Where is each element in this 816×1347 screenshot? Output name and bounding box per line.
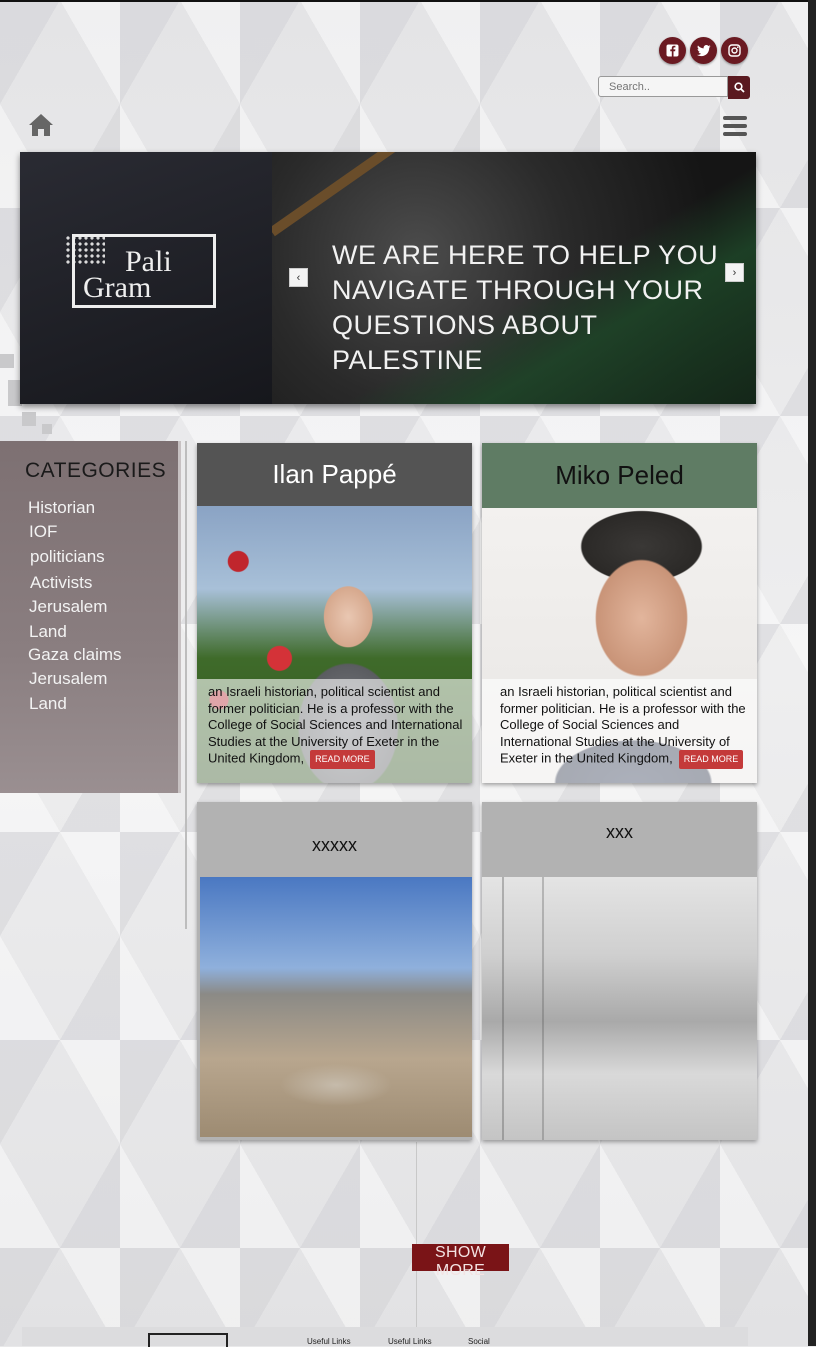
card-photo (482, 877, 757, 1140)
card-title: xxxxx (312, 835, 357, 855)
footer-link-heading[interactable]: Useful Links (388, 1337, 432, 1346)
hero-headline: WE ARE HERE TO HELP YOU NAVIGATE THROUGH… (332, 238, 742, 378)
category-item[interactable]: Activists (30, 573, 92, 593)
card-title: Ilan Pappé (272, 459, 397, 489)
hero-headline-line: WE ARE HERE TO HELP YOU (332, 240, 719, 270)
chevron-left-icon: ‹ (296, 271, 301, 284)
category-item[interactable]: Gaza claims (28, 645, 122, 665)
hamburger-menu-icon (723, 116, 747, 136)
social-links (659, 37, 748, 64)
footer: Useful Links Useful Links Social (22, 1327, 748, 1347)
chevron-right-icon: › (732, 266, 737, 279)
category-item[interactable]: Land (29, 622, 67, 642)
category-item[interactable]: politicians (30, 547, 105, 567)
topic-card[interactable]: xxxxx (197, 802, 472, 1140)
category-item[interactable]: Jerusalem (29, 669, 107, 689)
show-more-button[interactable]: SHOW MORE (412, 1244, 509, 1279)
hero-headline-line: QUESTIONS ABOUT PALESTINE (332, 310, 598, 375)
paligram-logo: Pali Gram (65, 234, 216, 308)
category-item[interactable]: Land (29, 694, 67, 714)
twitter-icon[interactable] (690, 37, 717, 64)
search-button[interactable] (728, 76, 750, 99)
category-item[interactable]: Jerusalem (29, 597, 107, 617)
slider-prev-button[interactable]: ‹ (289, 268, 308, 287)
search-input[interactable] (598, 76, 728, 97)
window-right-border (808, 0, 816, 1346)
person-card[interactable]: Ilan Pappé an Israeli historian, politic… (197, 443, 472, 783)
home-icon (29, 114, 53, 136)
decorative-square (0, 354, 14, 368)
card-photo (200, 877, 472, 1137)
footer-link-heading[interactable]: Social (468, 1337, 490, 1346)
menu-button[interactable] (723, 115, 747, 142)
topic-card[interactable]: xxx (482, 802, 757, 1140)
vertical-divider (185, 441, 187, 929)
footer-link-heading[interactable]: Useful Links (307, 1337, 351, 1346)
logo-text-gram: Gram (83, 271, 152, 304)
person-card[interactable]: Miko Peled an Israeli historian, politic… (482, 443, 757, 783)
hero-logo-panel: Pali Gram (20, 152, 272, 404)
instagram-icon[interactable] (721, 37, 748, 64)
read-more-button[interactable]: READ MORE (310, 750, 375, 769)
facebook-icon[interactable] (659, 37, 686, 64)
card-title: xxx (606, 821, 633, 842)
card-title: Miko Peled (555, 460, 684, 490)
categories-title: CATEGORIES (25, 459, 167, 482)
card-description: an Israeli historian, political scientis… (500, 684, 752, 769)
search-bar (598, 76, 750, 99)
read-more-button[interactable]: READ MORE (678, 750, 744, 769)
search-icon (733, 82, 745, 93)
footer-logo (148, 1333, 228, 1347)
category-item[interactable]: Historian (28, 498, 95, 518)
home-button[interactable] (28, 113, 54, 142)
categories-panel: CATEGORIES Historian IOF politicians Act… (0, 441, 181, 793)
slider-next-button[interactable]: › (725, 263, 744, 282)
card-description: an Israeli historian, political scientis… (208, 684, 463, 769)
decorative-square (42, 424, 52, 434)
hero-headline-line: NAVIGATE THROUGH YOUR (332, 275, 704, 305)
category-item[interactable]: IOF (29, 522, 57, 542)
window-top-border (0, 0, 816, 2)
decorative-square (22, 412, 36, 426)
hero-banner: Pali Gram WE ARE HERE TO HELP YOU NAVIGA… (20, 152, 756, 404)
